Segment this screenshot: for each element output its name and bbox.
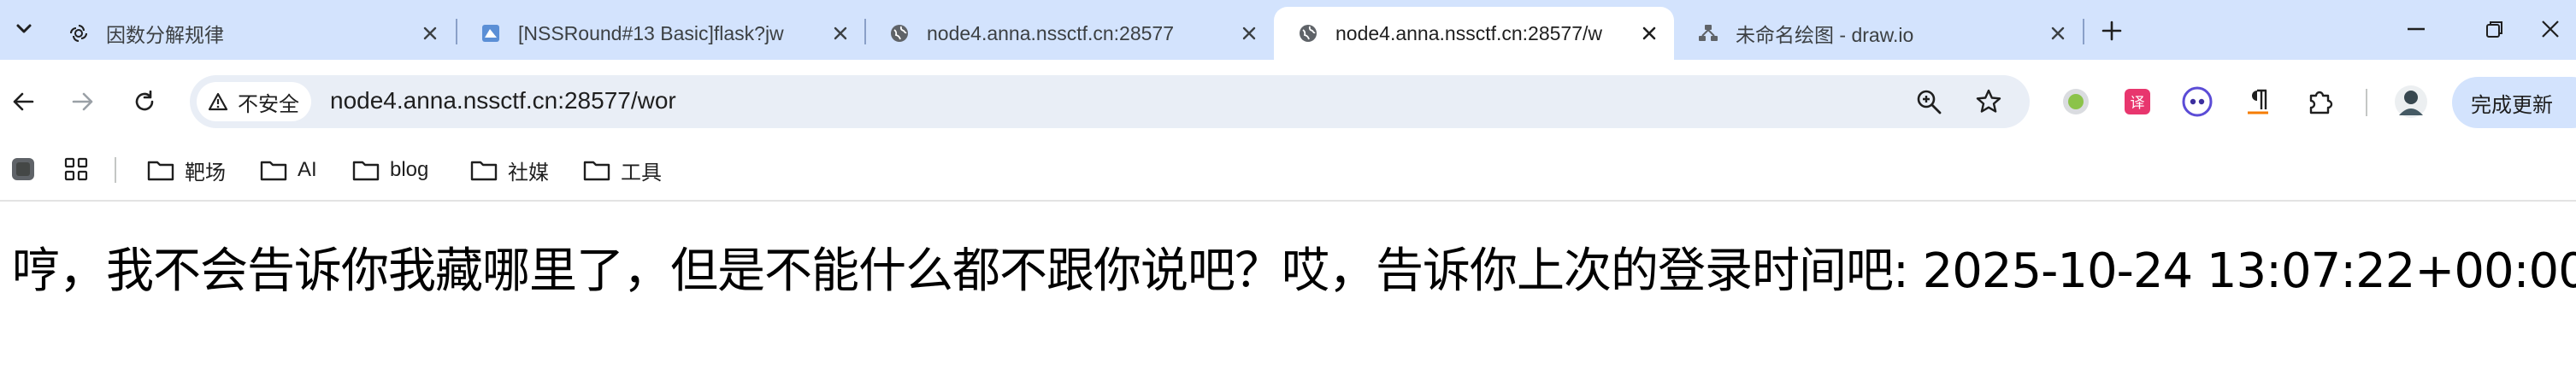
svg-text:译: 译 bbox=[2131, 95, 2145, 112]
security-chip[interactable]: 不安全 bbox=[197, 82, 311, 121]
plus-icon bbox=[2101, 21, 2122, 41]
bookmark-label: 社媒 bbox=[508, 161, 549, 185]
warning-icon bbox=[207, 91, 229, 113]
new-tab-button[interactable] bbox=[2096, 15, 2127, 46]
restore-icon bbox=[2486, 21, 2502, 38]
folder-icon bbox=[147, 159, 174, 181]
tab-3[interactable]: node4.anna.nssctf.cn:28577/w bbox=[1274, 7, 1674, 60]
tab-groups-icon[interactable] bbox=[9, 155, 38, 184]
avatar[interactable] bbox=[2394, 85, 2428, 119]
tab-search-button[interactable] bbox=[7, 14, 41, 44]
arrow-right-icon bbox=[72, 92, 93, 111]
folder-icon bbox=[470, 159, 498, 181]
tab-title: 未命名绘图 - draw.io bbox=[1736, 24, 1914, 46]
tab-title: node4.anna.nssctf.cn:28577/w bbox=[1335, 21, 1603, 44]
toolbar-separator bbox=[2366, 89, 2367, 116]
close-icon[interactable] bbox=[2045, 21, 2071, 46]
tab-title: node4.anna.nssctf.cn:28577 bbox=[927, 21, 1175, 44]
page-message: 哼，我不会告诉你我藏哪里了，但是不能什么都不跟你说吧？哎，告诉你上次的登录时间吧… bbox=[12, 243, 2576, 299]
tab-title: [NSSRound#13 Basic]flask?jw bbox=[518, 21, 784, 44]
restore-button[interactable] bbox=[2469, 10, 2520, 48]
tab-strip: 因数分解规律 [NSSRound#13 Basic]flask?jw node4… bbox=[0, 0, 2576, 60]
window-close-button[interactable] bbox=[2525, 10, 2576, 48]
openai-icon bbox=[68, 23, 89, 44]
bookmark-label: 靶场 bbox=[185, 161, 226, 185]
close-icon[interactable] bbox=[1236, 21, 1262, 46]
minimize-icon bbox=[2408, 27, 2425, 31]
update-button-label: 完成更新 bbox=[2471, 93, 2553, 117]
bookmarks-bar: 靶场 AI blog 社媒 工具 bbox=[0, 144, 2576, 202]
reload-button[interactable] bbox=[125, 82, 164, 121]
bookmark-label: blog bbox=[390, 158, 429, 181]
minimize-button[interactable] bbox=[2390, 10, 2442, 48]
arrow-left-icon bbox=[13, 92, 34, 111]
tab-1[interactable]: [NSSRound#13 Basic]flask?jw bbox=[457, 7, 865, 60]
folder-icon bbox=[260, 159, 287, 181]
bookmark-folder-2[interactable]: blog bbox=[352, 154, 428, 186]
url-text[interactable]: node4.anna.nssctf.cn:28577/wor bbox=[330, 87, 676, 114]
globe-icon bbox=[889, 23, 910, 44]
bookmark-label: AI bbox=[298, 158, 317, 181]
close-icon[interactable] bbox=[828, 21, 853, 46]
pilcrow-icon[interactable] bbox=[2242, 85, 2276, 119]
back-button[interactable] bbox=[3, 82, 43, 121]
bookmark-folder-3[interactable]: 社媒 bbox=[470, 154, 549, 186]
bookmark-folder-0[interactable]: 靶场 bbox=[147, 154, 226, 186]
tab-4[interactable]: 未命名绘图 - draw.io bbox=[1674, 7, 2083, 60]
close-icon bbox=[2542, 21, 2559, 38]
security-chip-label: 不安全 bbox=[238, 92, 299, 116]
drawio-icon bbox=[1698, 23, 1718, 44]
puzzle-icon[interactable] bbox=[2303, 85, 2337, 119]
folder-icon bbox=[583, 159, 610, 181]
bookmark-folder-1[interactable]: AI bbox=[260, 154, 317, 186]
update-button[interactable]: 完成更新 bbox=[2452, 77, 2576, 128]
folder-icon bbox=[352, 159, 380, 181]
bookmark-folder-4[interactable]: 工具 bbox=[583, 154, 662, 186]
nss-icon bbox=[480, 23, 501, 44]
globe-icon bbox=[1298, 23, 1318, 44]
extension-status-icon[interactable] bbox=[2059, 85, 2093, 119]
forward-button[interactable] bbox=[63, 82, 103, 121]
tab-title: 因数分解规律 bbox=[106, 24, 224, 46]
close-icon[interactable] bbox=[417, 21, 443, 46]
chevron-down-icon bbox=[16, 24, 32, 33]
bookmark-label: 工具 bbox=[621, 161, 662, 185]
tab-separator bbox=[2083, 19, 2084, 44]
close-icon[interactable] bbox=[1636, 21, 1662, 46]
reload-icon bbox=[135, 91, 154, 111]
star-icon[interactable] bbox=[1973, 86, 2004, 117]
bookmarks-separator bbox=[115, 157, 116, 183]
zoom-icon[interactable] bbox=[1913, 86, 1944, 117]
tab-0[interactable]: 因数分解规律 bbox=[44, 7, 455, 60]
translate-extension-icon[interactable]: 译 bbox=[2120, 85, 2155, 119]
apps-grid-icon[interactable] bbox=[62, 155, 91, 184]
bot-extension-icon[interactable] bbox=[2180, 85, 2214, 119]
tab-2[interactable]: node4.anna.nssctf.cn:28577 bbox=[865, 7, 1274, 60]
address-bar[interactable]: 不安全 node4.anna.nssctf.cn:28577/wor bbox=[190, 75, 2030, 128]
